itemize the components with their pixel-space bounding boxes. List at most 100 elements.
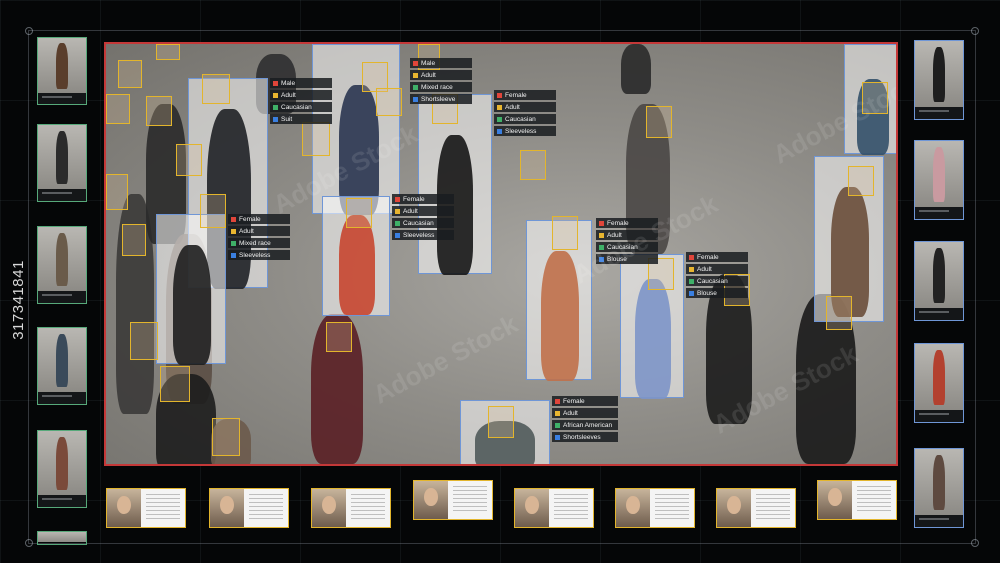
face-detection-box[interactable] (106, 174, 128, 210)
watermark: Adobe Stock (368, 308, 523, 410)
color-dot (273, 116, 278, 122)
face-detection-box[interactable] (520, 150, 546, 180)
tag-label: Blouse (697, 289, 717, 297)
face-detection-box[interactable] (552, 216, 578, 250)
color-dot (231, 228, 236, 234)
attribute-tag-panel: Male Adult Mixed race Shortsleeve (410, 58, 472, 106)
face-profile-card[interactable] (311, 488, 391, 528)
tag-label: Adult (421, 71, 436, 79)
attribute-tag-panel: Female Adult Caucasian Sleeveless (494, 90, 556, 138)
color-dot (497, 116, 502, 122)
left-thumbnail[interactable] (37, 430, 87, 508)
color-dot (689, 254, 694, 260)
face-profile-card[interactable] (615, 488, 695, 528)
tag-label: Adult (697, 265, 712, 273)
color-dot (497, 104, 502, 110)
left-thumbnail[interactable] (37, 226, 87, 304)
color-dot (413, 60, 418, 66)
color-dot (555, 434, 560, 440)
color-dot (395, 208, 400, 214)
color-dot (689, 266, 694, 272)
face-profile-card[interactable] (817, 480, 897, 520)
left-thumbnail[interactable] (37, 327, 87, 405)
color-dot (231, 216, 236, 222)
color-dot (497, 128, 502, 134)
face-detection-box[interactable] (212, 418, 240, 456)
face-profile-card[interactable] (716, 488, 796, 528)
attribute-tag-panel: Male Adult Caucasian Suit (270, 78, 332, 126)
color-dot (413, 84, 418, 90)
tag-label: Mixed race (239, 239, 271, 247)
tag-label: Sleeveless (403, 231, 435, 239)
face-detection-box[interactable] (130, 322, 158, 360)
face-detection-box[interactable] (118, 60, 142, 88)
tag-label: Shortsleeve (421, 95, 456, 103)
face-detection-box[interactable] (326, 322, 352, 352)
color-dot (689, 278, 694, 284)
tag-label: Shortsleeves (563, 433, 601, 441)
face-detection-box[interactable] (202, 74, 230, 104)
tag-label: Mixed race (421, 83, 453, 91)
tag-label: Adult (563, 409, 578, 417)
face-detection-box[interactable] (646, 106, 672, 138)
body-detection-box[interactable] (156, 214, 226, 365)
color-dot (395, 232, 400, 238)
hud-corner-marker (25, 539, 33, 547)
face-detection-box[interactable] (146, 96, 172, 126)
right-thumbnail[interactable] (914, 241, 964, 321)
color-dot (599, 256, 604, 262)
tag-label: Adult (281, 91, 296, 99)
attribute-tag-panel: Female Adult Mixed race Sleeveless (228, 214, 290, 262)
tag-label: Female (607, 219, 629, 227)
color-dot (599, 220, 604, 226)
attribute-tag-panel: Female Adult Caucasian Blouse (686, 252, 748, 300)
color-dot (599, 232, 604, 238)
face-detection-box[interactable] (106, 94, 130, 124)
face-detection-box[interactable] (160, 366, 190, 402)
main-video-feed[interactable]: Male Adult Caucasian Suit Male Adult Mix… (104, 42, 898, 466)
right-thumbnail[interactable] (914, 448, 964, 528)
pedestrian (621, 44, 651, 94)
face-profile-card[interactable] (106, 488, 186, 528)
tag-label: African American (563, 421, 613, 429)
right-thumbnail[interactable] (914, 40, 964, 120)
face-detection-box[interactable] (848, 166, 874, 196)
left-thumbnail[interactable] (37, 37, 87, 105)
face-detection-box[interactable] (826, 296, 852, 330)
tag-label: Male (281, 79, 296, 87)
tag-label: Caucasian (505, 115, 536, 123)
tag-label: Female (239, 215, 261, 223)
tag-label: Adult (239, 227, 254, 235)
color-dot (555, 410, 560, 416)
face-detection-box[interactable] (488, 406, 514, 438)
face-detection-box[interactable] (200, 194, 226, 228)
color-dot (273, 104, 278, 110)
color-dot (555, 422, 560, 428)
face-detection-box[interactable] (862, 82, 888, 114)
tag-label: Blouse (607, 255, 627, 263)
left-thumbnail[interactable] (37, 124, 87, 202)
face-detection-box[interactable] (376, 88, 402, 116)
hud-corner-marker (25, 27, 33, 35)
face-detection-box[interactable] (156, 44, 180, 60)
color-dot (395, 220, 400, 226)
tag-label: Caucasian (607, 243, 638, 251)
face-profile-card[interactable] (413, 480, 493, 520)
face-profile-card[interactable] (209, 488, 289, 528)
tag-label: Female (505, 91, 527, 99)
attribute-tag-panel: Female Adult African American Shortsleev… (552, 396, 618, 444)
right-thumbnail[interactable] (914, 343, 964, 423)
tag-label: Caucasian (281, 103, 312, 111)
tag-label: Male (421, 59, 436, 67)
face-detection-box[interactable] (302, 122, 330, 156)
color-dot (413, 96, 418, 102)
face-detection-box[interactable] (122, 224, 146, 256)
attribute-tag-panel: Female Adult Caucasian Blouse (596, 218, 658, 266)
face-profile-card[interactable] (514, 488, 594, 528)
tag-label: Female (403, 195, 425, 203)
left-thumbnail[interactable] (37, 531, 87, 545)
right-thumbnail[interactable] (914, 140, 964, 220)
face-detection-box[interactable] (346, 198, 372, 228)
face-detection-box[interactable] (176, 144, 202, 176)
tag-label: Suit (281, 115, 293, 123)
